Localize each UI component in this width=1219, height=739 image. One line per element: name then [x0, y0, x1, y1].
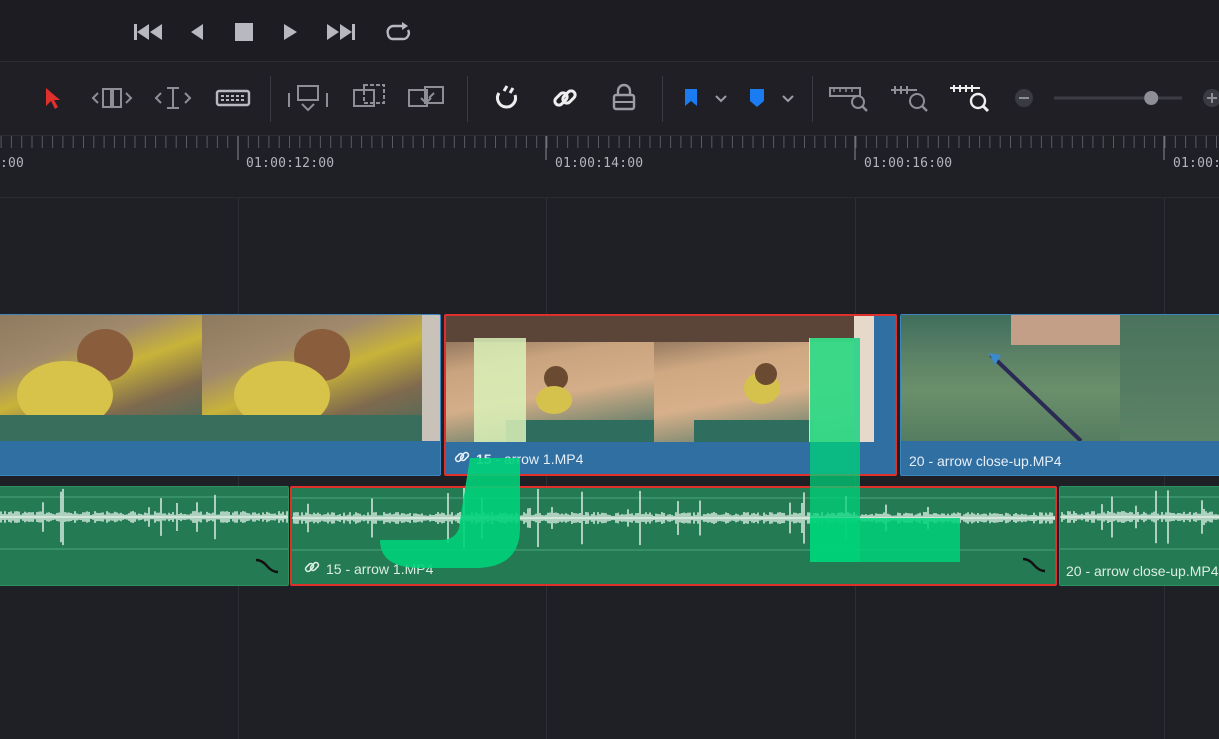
timecode-label: 01:00:14:00 — [555, 156, 644, 171]
reverse-icon[interactable] — [180, 18, 214, 46]
timecode-ruler[interactable]: :00 01:00:12:00 01:00:14:00 01:00:16:00 … — [0, 136, 1219, 198]
audio-clip[interactable]: 20 - arrow close-up.MP4 — [1059, 486, 1219, 586]
snapping-icon[interactable] — [488, 80, 524, 116]
blade-icon[interactable] — [211, 80, 255, 116]
link-icon — [304, 559, 320, 578]
marker-dropdown-chevron-icon[interactable] — [777, 80, 799, 116]
flag-dropdown-chevron-icon[interactable] — [710, 80, 732, 116]
zoom-slider[interactable] — [1052, 80, 1184, 116]
insert-clip-icon[interactable] — [285, 80, 331, 116]
play-icon[interactable] — [273, 18, 307, 46]
timeline-window: :00 01:00:12:00 01:00:14:00 01:00:16:00 … — [0, 0, 1219, 739]
skip-to-start-icon[interactable] — [131, 18, 165, 46]
trim-edit-icon[interactable] — [88, 80, 136, 116]
linked-selection-icon[interactable] — [546, 80, 584, 116]
timeline-tracks[interactable]: 15 - arrow 1.MP4 20 - arrow close-up.MP4 — [0, 198, 1219, 739]
toolbar-separator — [812, 76, 813, 122]
marker-icon[interactable] — [744, 80, 770, 116]
selection-mode-icon[interactable] — [38, 80, 66, 116]
timecode-label: 01:00: — [1173, 156, 1219, 171]
detail-zoom-icon[interactable] — [887, 80, 933, 116]
custom-zoom-icon[interactable] — [946, 80, 994, 116]
dynamic-trim-icon[interactable] — [150, 80, 196, 116]
fade-curve-icon[interactable] — [1021, 555, 1047, 578]
zoom-out-icon[interactable] — [1010, 80, 1038, 116]
clip-label: 20 - arrow close-up.MP4 — [1066, 563, 1219, 579]
thumbnail-arrow-closeup — [1119, 315, 1219, 441]
zoom-slider-knob[interactable] — [1144, 91, 1159, 105]
position-lock-icon[interactable] — [605, 80, 643, 116]
timecode-label: 01:00:12:00 — [246, 156, 335, 171]
audio-clip[interactable] — [0, 486, 289, 586]
replace-clip-icon[interactable] — [403, 80, 451, 116]
skip-to-end-icon[interactable] — [324, 18, 358, 46]
timecode-label: :00 — [0, 156, 25, 171]
timecode-label: 01:00:16:00 — [864, 156, 953, 171]
zoom-in-icon[interactable] — [1198, 80, 1219, 116]
toolbar-separator — [467, 76, 468, 122]
fade-curve-icon[interactable] — [254, 556, 280, 579]
timeline-toolbar — [0, 62, 1219, 136]
loop-icon[interactable] — [381, 18, 415, 46]
clip-name: 20 - arrow close-up.MP4 — [1066, 563, 1219, 579]
thumbnail-child-drawing — [0, 315, 203, 441]
audio-waveform — [0, 488, 288, 550]
transport-bar — [0, 0, 1219, 62]
stop-icon[interactable] — [227, 18, 261, 46]
toolbar-separator — [270, 76, 271, 122]
overwrite-clip-icon[interactable] — [349, 80, 389, 116]
j-cut-overlay-graphic — [380, 338, 960, 568]
full-extent-zoom-icon[interactable] — [826, 80, 872, 116]
flag-icon[interactable] — [678, 80, 704, 116]
toolbar-separator — [662, 76, 663, 122]
